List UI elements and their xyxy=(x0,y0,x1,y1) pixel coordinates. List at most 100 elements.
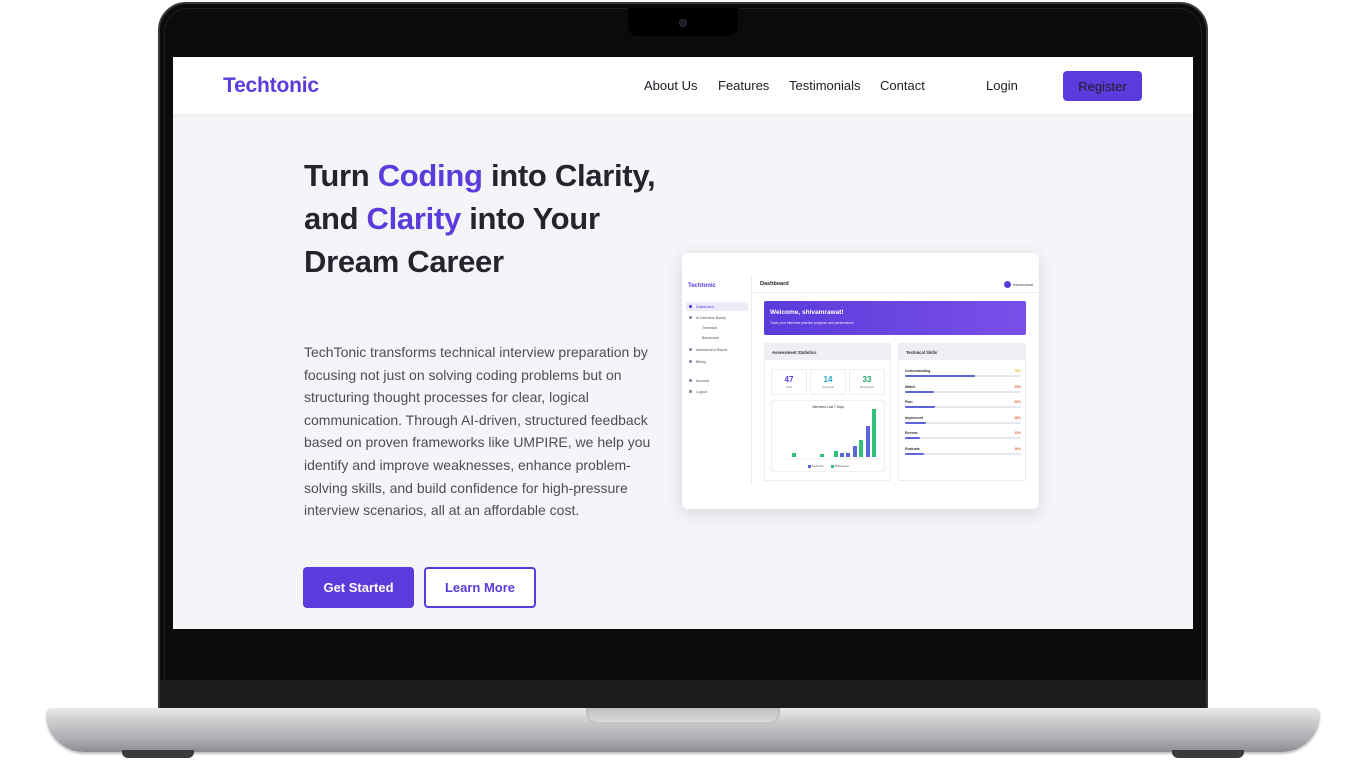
sidebar-label: Account xyxy=(696,378,709,383)
skill-row: Understanding 78% xyxy=(905,369,1021,383)
dashboard-header: Dashboard shivamrawat xyxy=(752,275,1039,293)
chart-legend: Technical Behavioral xyxy=(772,464,884,468)
login-link[interactable]: Login xyxy=(986,78,1018,93)
stat-label: Behavioral xyxy=(860,385,874,389)
chart-bar xyxy=(792,453,796,457)
nav-link-features[interactable]: Features xyxy=(718,78,769,93)
stat-label: Total xyxy=(786,385,792,389)
skill-name: Evaluate xyxy=(905,447,920,451)
chart-bar xyxy=(846,453,850,457)
dashboard-sidebar-item-technical: Technical xyxy=(686,323,748,332)
stat-value: 33 xyxy=(862,375,872,384)
stat-technical: 14 Technical xyxy=(810,369,846,395)
skill-progress-fill xyxy=(905,453,924,455)
interviews-chart: Interviews Last 7 Days Technical Behavio… xyxy=(771,400,885,472)
dashboard-preview: Techtonic Dashboard AI Interview Buddy T… xyxy=(682,253,1039,509)
skill-progress-track xyxy=(905,437,1021,440)
navbar: Techtonic About Us Features Testimonials… xyxy=(173,57,1193,115)
sidebar-label: Logout xyxy=(696,389,707,394)
billing-icon xyxy=(689,360,692,363)
skill-name: Plan xyxy=(905,400,913,405)
stat-value: 47 xyxy=(784,375,794,384)
dashboard-sidebar-item-billing: Billing xyxy=(686,357,748,366)
laptop-bezel-bottom xyxy=(160,680,1206,710)
welcome-subtitle: Track your interview practice progress a… xyxy=(770,321,854,325)
dashboard-username: shivamrawat xyxy=(1012,282,1033,287)
skill-percent: 78% xyxy=(1014,369,1021,373)
skill-progress-track xyxy=(905,390,1021,393)
avatar xyxy=(1003,281,1011,288)
dashboard-sidebar-item-account: Account xyxy=(686,376,748,385)
nav-link-contact[interactable]: Contact xyxy=(880,78,925,93)
card-title: Assessment Statistics xyxy=(765,344,890,360)
website-screen: Techtonic About Us Features Testimonials… xyxy=(173,57,1193,629)
skill-progress-fill xyxy=(905,375,975,377)
dashboard-sidebar: Techtonic Dashboard AI Interview Buddy T… xyxy=(682,275,752,485)
sidebar-label: Dashboard xyxy=(696,304,714,309)
hero-title-accent-clarity: Clarity xyxy=(366,201,462,236)
hero-title-text: Turn xyxy=(304,158,378,193)
chart-bar xyxy=(866,426,870,457)
skill-name: Review xyxy=(905,431,918,436)
skill-percent: 13% xyxy=(1014,431,1021,436)
nav-link-testimonials[interactable]: Testimonials xyxy=(789,78,861,93)
sidebar-label: Behavioral xyxy=(702,335,719,340)
skill-percent: 25% xyxy=(1014,384,1021,389)
legend-label: Technical xyxy=(811,464,824,468)
skill-progress-fill xyxy=(905,421,926,424)
stat-label: Technical xyxy=(822,385,834,389)
legend-label: Behavioral xyxy=(835,464,849,468)
dashboard-title: Dashboard xyxy=(760,281,789,287)
dashboard-brand: Techtonic xyxy=(688,283,716,289)
sidebar-label: AI Interview Buddy xyxy=(696,315,726,320)
skill-row: Match 25% xyxy=(905,385,1021,399)
card-title: Technical Skills xyxy=(899,344,1025,360)
skill-row: Evaluate 16% xyxy=(905,447,1021,461)
skill-progress-track xyxy=(905,375,1021,377)
dashboard-user: shivamrawat xyxy=(1003,281,1033,288)
skill-percent: 26% xyxy=(1014,400,1021,405)
chart-bar xyxy=(859,440,863,457)
hero-title: Turn Coding into Clarity, and Clarity in… xyxy=(304,154,664,283)
skill-progress-track xyxy=(905,453,1021,455)
grid-icon xyxy=(689,305,692,308)
camera-icon xyxy=(679,19,687,27)
sidebar-label: Billing xyxy=(696,359,706,364)
register-button[interactable]: Register xyxy=(1063,71,1142,101)
skill-progress-track xyxy=(905,406,1021,409)
stat-behavioral: 33 Behavioral xyxy=(849,369,885,395)
sidebar-label: Assessment Report xyxy=(696,347,728,352)
brand-logo[interactable]: Techtonic xyxy=(223,74,319,98)
stat-value: 14 xyxy=(823,375,833,384)
report-icon xyxy=(689,348,692,351)
skill-progress-track xyxy=(905,421,1021,424)
skill-row: Implement 18% xyxy=(905,416,1021,430)
welcome-banner: Welcome, shivamrawat! Track your intervi… xyxy=(764,301,1026,335)
hero-title-accent-coding: Coding xyxy=(377,158,483,193)
account-icon xyxy=(689,379,692,382)
hero-description: TechTonic transforms technical interview… xyxy=(304,344,651,519)
skill-progress-fill xyxy=(905,390,934,393)
nav-link-about[interactable]: About Us xyxy=(644,78,697,93)
skill-percent: 16% xyxy=(1014,447,1021,451)
dashboard-sidebar-item-behavioral: Behavioral xyxy=(686,333,748,342)
skill-name: Understanding xyxy=(905,369,931,373)
chart-bar xyxy=(834,451,838,457)
dashboard-sidebar-item-logout: Logout xyxy=(686,387,748,396)
interviews-chart-svg xyxy=(784,409,880,460)
laptop-foot-right xyxy=(1172,750,1244,758)
skill-name: Implement xyxy=(905,415,923,420)
skill-progress-fill xyxy=(905,437,921,440)
laptop-foot-left xyxy=(122,750,194,758)
assessment-statistics-card: Assessment Statistics 47 Total 14 Techni… xyxy=(764,343,891,481)
dashboard-sidebar-item-ai-buddy: AI Interview Buddy xyxy=(686,313,748,322)
stat-total: 47 Total xyxy=(771,369,807,395)
chart-bar xyxy=(840,453,844,457)
dashboard-sidebar-item-report: Assessment Report xyxy=(686,345,748,354)
learn-more-button[interactable]: Learn More xyxy=(424,567,536,608)
legend-behavioral: Behavioral xyxy=(831,464,848,468)
dashboard-sidebar-item-dashboard: Dashboard xyxy=(686,302,748,311)
chart-bar xyxy=(872,409,876,457)
skill-row: Review 13% xyxy=(905,431,1021,445)
get-started-button[interactable]: Get Started xyxy=(303,567,414,608)
